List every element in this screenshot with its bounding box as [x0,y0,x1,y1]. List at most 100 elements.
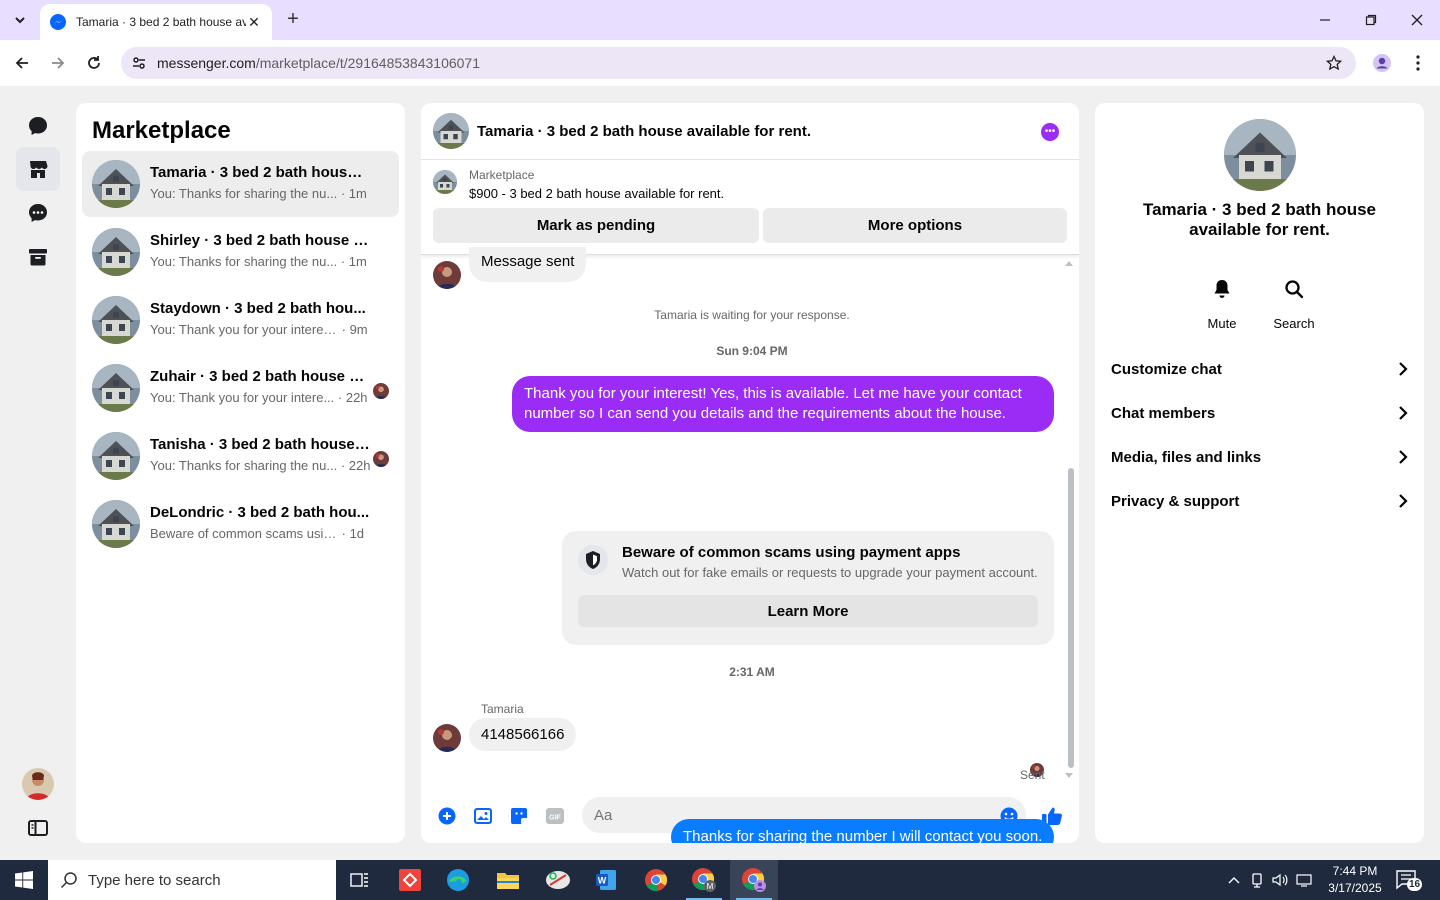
more-options-button[interactable]: More options [763,208,1067,243]
my-profile-avatar[interactable] [22,768,54,800]
outgoing-message: Thanks for sharing the number I will con… [671,819,1055,843]
taskbar-app-anydesk[interactable] [386,860,434,900]
listing-thumbnail[interactable] [433,170,457,194]
taskbar-app-chrome-profile-active[interactable] [730,860,778,900]
listing-avatar [92,432,140,480]
sticker-button[interactable] [508,805,530,827]
chevron-up-icon[interactable] [1228,876,1240,884]
conversation-time: · 9m [341,322,368,337]
rail-requests-button[interactable] [16,191,60,235]
outgoing-message: Thank you for your interest! Yes, this i… [512,376,1054,432]
close-window-button[interactable] [1394,0,1440,40]
toggle-sidebar-button[interactable] [26,816,50,840]
rail-chats-button[interactable] [16,104,60,148]
tab-search-button[interactable] [6,6,34,34]
profile-button[interactable] [1368,49,1396,77]
rail-archive-button[interactable] [16,235,60,279]
taskbar-app-word[interactable]: W [582,860,630,900]
address-bar[interactable]: messenger.com/marketplace/t/291648538431… [121,47,1356,79]
sender-avatar [433,724,461,752]
back-button[interactable] [8,49,36,77]
conversation-item[interactable]: Staydown · 3 bed 2 bath hou... You: Than… [82,287,399,353]
archive-icon [29,249,47,266]
timestamp: Sun 9:04 PM [716,344,788,358]
anydesk-icon [399,869,421,891]
minimize-button[interactable] [1302,0,1348,40]
learn-more-button[interactable]: Learn More [578,595,1038,627]
privacy-support-row[interactable]: Privacy & support [1111,481,1408,521]
browser-tabbar: Tamaria · 3 bed 2 bath house av ✕ + [0,0,1440,40]
chevron-right-icon [1399,362,1408,376]
marketplace-label: Marketplace [469,168,535,182]
taskbar-app-chrome[interactable] [632,860,680,900]
taskbar-clock[interactable]: 7:44 PM 3/17/2025 [1322,863,1388,897]
attach-photo-button[interactable] [472,805,494,827]
browser-menu-button[interactable] [1404,49,1432,77]
info-avatar[interactable] [1224,119,1296,191]
rail-marketplace-button[interactable] [16,147,60,191]
conversation-name: Tanisha · 3 bed 2 bath house ... [150,436,370,453]
volume-icon[interactable] [1272,873,1288,887]
listing-avatar [92,228,140,276]
mute-action[interactable]: Mute [1192,271,1252,331]
windows-logo-icon [15,871,33,889]
restore-button[interactable] [1348,0,1394,40]
taskbar-app-chrome-profile-m[interactable]: M [680,860,728,900]
scroll-up-icon[interactable] [1065,260,1073,266]
menu-label: Media, files and links [1111,448,1262,466]
bookmark-star-icon[interactable] [1326,55,1342,71]
taskbar-app-edge[interactable] [434,860,482,900]
more-actions-button[interactable] [436,805,458,827]
conversation-preview: You: Thanks for sharing the nu... [150,458,338,473]
reload-button[interactable] [80,49,108,77]
conversation-name: Staydown · 3 bed 2 bath hou... [150,300,366,317]
meet-now-icon[interactable] [1250,872,1264,888]
snipping-tool-icon [546,871,570,889]
network-icon[interactable] [1296,873,1314,887]
chat-panel: Tamaria · 3 bed 2 bath house available f… [421,103,1079,843]
sender-name: Tamaria [481,702,524,716]
search-action[interactable]: Search [1264,271,1324,331]
scroll-down-icon[interactable] [1065,773,1073,779]
timestamp: 2:31 AM [729,665,775,679]
conversation-info-button[interactable]: ••• [1041,123,1059,141]
back-arrow-icon [15,57,28,69]
taskbar-app-snipping[interactable] [534,860,582,900]
mark-as-pending-button[interactable]: Mark as pending [433,208,759,243]
clock-time: 7:44 PM [1332,864,1378,878]
scrollbar-thumb[interactable] [1068,468,1074,768]
forward-button[interactable] [44,49,72,77]
taskbar-search-box[interactable]: Type here to search [48,860,336,900]
listing-title[interactable]: $900 - 3 bed 2 bath house available for … [469,186,724,201]
search-icon [60,872,77,889]
browser-tab-active[interactable]: Tamaria · 3 bed 2 bath house av ✕ [40,4,272,40]
chat-title[interactable]: Tamaria · 3 bed 2 bath house available f… [477,123,811,140]
conversation-item[interactable]: Tamaria · 3 bed 2 bath house ... You: Th… [82,151,399,217]
list-title: Marketplace [92,117,231,144]
new-tab-button[interactable]: + [282,8,304,30]
edge-icon [447,869,469,891]
shield-icon [578,545,608,575]
start-button[interactable] [0,860,48,900]
folder-icon [497,873,519,889]
site-info-icon[interactable] [131,55,147,71]
conversation-item[interactable]: Tanisha · 3 bed 2 bath house ... You: Th… [82,423,399,489]
notification-count-badge: 16 [1407,878,1423,891]
svg-text:GIF: GIF [549,815,561,822]
browser-toolbar: messenger.com/marketplace/t/291648538431… [0,40,1440,86]
image-icon [474,808,492,824]
notification-center-button[interactable]: 16 [1396,870,1423,891]
chat-avatar[interactable] [433,113,469,149]
conversation-item[interactable]: DeLondric · 3 bed 2 bath hou... Beware o… [82,491,399,557]
taskbar-app-file-explorer[interactable] [484,860,532,900]
conversation-item[interactable]: Shirley · 3 bed 2 bath house a... You: T… [82,219,399,285]
chat-members-row[interactable]: Chat members [1111,393,1408,433]
gif-button[interactable]: GIF [544,805,566,827]
task-view-button[interactable] [336,860,384,900]
customize-chat-row[interactable]: Customize chat [1111,349,1408,389]
svg-text:M: M [707,882,714,891]
close-tab-icon[interactable]: ✕ [246,14,262,30]
media-files-links-row[interactable]: Media, files and links [1111,437,1408,477]
conversation-item[interactable]: Zuhair · 3 bed 2 bath house a... You: Th… [82,355,399,421]
seen-avatar [373,451,389,467]
